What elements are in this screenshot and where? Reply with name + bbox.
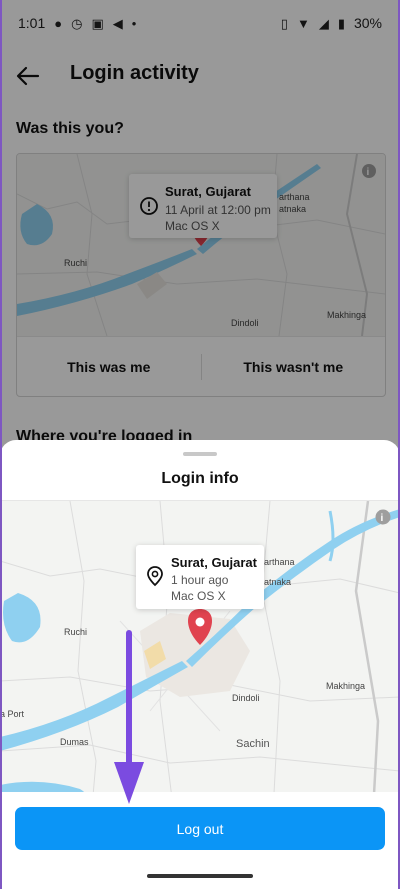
sheet-map-label-port: a Port [0, 709, 25, 719]
sheet-map-label-dumas: Dumas [60, 737, 89, 747]
sheet-popup-location: Surat, Gujarat [171, 555, 257, 570]
sheet-title: Login info [161, 470, 239, 487]
sheet-popup-time: 1 hour ago [171, 573, 229, 587]
annotation-arrow-icon [114, 630, 144, 804]
home-indicator[interactable] [147, 874, 253, 878]
sheet-popup-device: Mac OS X [171, 589, 226, 603]
sheet-map-label-makhinga: Makhinga [326, 681, 365, 691]
login-info-sheet: Login info Ruchi Dindoli Makhinga Sachin… [0, 440, 400, 889]
sheet-map-label-dindoli: Dindoli [232, 693, 260, 703]
sheet-map-label-partial-bottom: atnaka [264, 577, 291, 587]
location-pin-icon [147, 566, 163, 587]
log-out-button[interactable]: Log out [15, 807, 385, 850]
status-bar-scrim [0, 0, 400, 46]
svg-text:i: i [381, 513, 384, 524]
sheet-map-label-partial-top: arthana [264, 557, 295, 567]
drag-handle[interactable] [183, 452, 217, 456]
sheet-location-popup: Surat, Gujarat 1 hour ago Mac OS X [136, 545, 264, 609]
sheet-map-label-ruchi: Ruchi [64, 627, 87, 637]
sheet-map-label-sachin: Sachin [236, 738, 270, 750]
